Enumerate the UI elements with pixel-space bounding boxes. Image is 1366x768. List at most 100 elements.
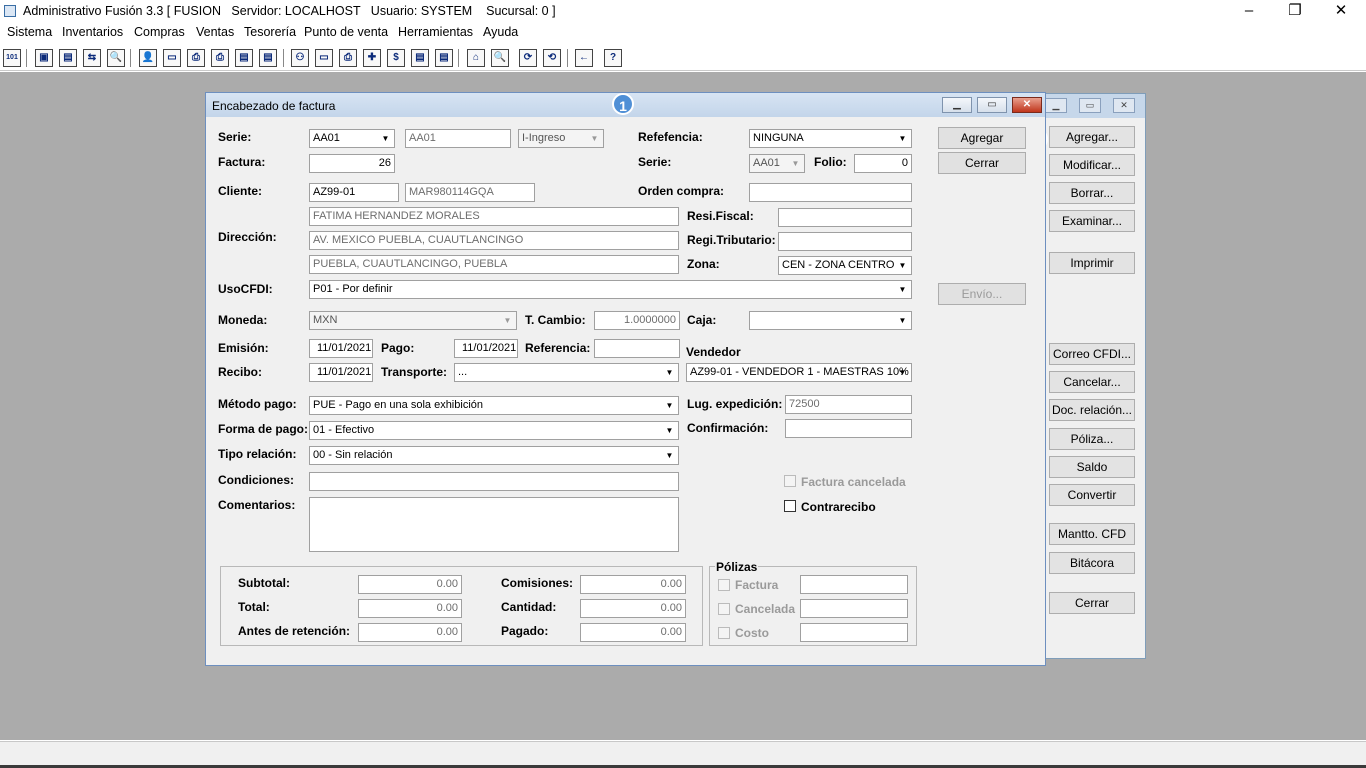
folder-icon[interactable]: ▭ [163,49,181,67]
bitacora-button[interactable]: Bitácora [1049,552,1135,574]
window-icon[interactable]: ▭ [315,49,333,67]
referencia-input[interactable] [594,339,680,358]
examinar-button[interactable]: Examinar... [1049,210,1135,232]
subtotal-label: Subtotal: [238,576,290,590]
regi-tributario-input[interactable] [778,232,912,251]
cerrar-list-button[interactable]: Cerrar [1049,592,1135,614]
convertir-button[interactable]: Convertir [1049,484,1135,506]
back-arrow-icon[interactable]: ← [575,49,593,67]
chevron-down-icon: ▼ [898,316,907,325]
menu-punto-de-venta[interactable]: Punto de venta [304,25,388,39]
cliente-input[interactable]: AZ99-01 [309,183,399,202]
moneda-select[interactable]: MXN ▼ [309,311,517,330]
user-icon[interactable]: 👤 [139,49,157,67]
saldo-button[interactable]: Saldo [1049,456,1135,478]
serie-select[interactable]: AA01 ▼ [309,129,395,148]
orden-compra-label: Orden compra: [638,184,725,198]
report-icon[interactable]: ▤ [411,49,429,67]
cerrar-button[interactable]: Cerrar [938,152,1026,174]
search-icon[interactable]: 🔍 [107,49,125,67]
close-icon[interactable]: ✕ [1113,98,1135,113]
condiciones-input[interactable] [309,472,679,491]
agregar-list-button[interactable]: Agregar... [1049,126,1135,148]
menu-inventarios[interactable]: Inventarios [62,25,123,39]
correo-cfdi-button[interactable]: Correo CFDI... [1049,343,1135,365]
menu-ayuda[interactable]: Ayuda [483,25,518,39]
menu-tesoreria[interactable]: Tesorería [244,25,296,39]
menu-ventas[interactable]: Ventas [196,25,234,39]
undo-icon[interactable]: ⟲ [543,49,561,67]
recibo-date-input[interactable]: 11/01/2021 [309,363,373,382]
zona-select[interactable]: CEN - ZONA CENTRO ▼ [778,256,912,275]
menu-herramientas[interactable]: Herramientas [398,25,473,39]
orden-compra-input[interactable] [749,183,912,202]
chevron-down-icon: ▼ [898,368,907,377]
antes-retencion-field: 0.00 [358,623,462,642]
dialog-minimize-icon[interactable]: ▁ [942,97,972,113]
cantidad-field: 0.00 [580,599,686,618]
poliza-cancelada-field [800,599,908,618]
mantto-cfd-button[interactable]: Mantto. CFD [1049,523,1135,545]
invoice-list-window: ▁ ▭ ✕ Agregar... Modificar... Borrar... … [1040,93,1146,659]
clipboard-icon[interactable]: ▤ [59,49,77,67]
catalog-icon[interactable]: ▣ [35,49,53,67]
print-icon[interactable]: ⎙ [187,49,205,67]
zoom-icon[interactable]: 🔍 [491,49,509,67]
agregar-button[interactable]: Agregar [938,127,1026,149]
resi-fiscal-input[interactable] [778,208,912,227]
cancelar-button[interactable]: Cancelar... [1049,371,1135,393]
comentarios-label: Comentarios: [218,498,296,512]
imprimir-button[interactable]: Imprimir [1049,252,1135,274]
list-icon[interactable]: ▤ [259,49,277,67]
minimize-window-button[interactable]: – [1226,0,1272,23]
add-icon[interactable]: ✚ [363,49,381,67]
usocfdi-select[interactable]: P01 - Por definir ▼ [309,280,912,299]
poliza-costo-checkbox [718,627,730,639]
export-icon[interactable]: ⎙ [339,49,357,67]
status-bar [0,741,1366,765]
menu-sistema[interactable]: Sistema [7,25,52,39]
pago-date-input[interactable]: 11/01/2021 [454,339,518,358]
confirmacion-input[interactable] [785,419,912,438]
contrarecibo-checkbox[interactable] [784,500,796,512]
maximize-window-button[interactable]: ❐ [1272,0,1318,23]
factura-cancelada-checkbox [784,475,796,487]
doc-relacion-button[interactable]: Doc. relación... [1049,399,1135,421]
comisiones-label: Comisiones: [501,576,574,590]
close-window-button[interactable]: ✕ [1318,0,1364,23]
pagado-field: 0.00 [580,623,686,642]
tipo-relacion-label: Tipo relación: [218,447,297,461]
table-icon[interactable]: ▤ [435,49,453,67]
poliza-button[interactable]: Póliza... [1049,428,1135,450]
dialog-close-icon[interactable]: ✕ [1012,97,1042,113]
vendedor-select[interactable]: AZ99-01 - VENDEDOR 1 - MAESTRAS 10% ▼ [686,363,912,382]
home-icon[interactable]: ⌂ [467,49,485,67]
comentarios-textarea[interactable] [309,497,679,552]
invoice-list-titlebar: ▁ ▭ ✕ [1041,94,1145,118]
dialog-maximize-icon[interactable]: ▭ [977,97,1007,113]
modificar-button[interactable]: Modificar... [1049,154,1135,176]
calculator-icon[interactable]: 101 [3,49,21,67]
minimize-icon[interactable]: ▁ [1045,98,1067,113]
borrar-button[interactable]: Borrar... [1049,182,1135,204]
menu-compras[interactable]: Compras [134,25,185,39]
refefencia-select[interactable]: NINGUNA ▼ [749,129,912,148]
caja-select[interactable]: ▼ [749,311,912,330]
transporte-select[interactable]: ... ▼ [454,363,679,382]
folio-input[interactable]: 0 [854,154,912,173]
help-icon[interactable]: ? [604,49,622,67]
tipo-relacion-select[interactable]: 00 - Sin relación ▼ [309,446,679,465]
transfer-icon[interactable]: ⇆ [83,49,101,67]
users-icon[interactable]: ⚇ [291,49,309,67]
forma-pago-label: Forma de pago: [218,422,309,436]
maximize-icon[interactable]: ▭ [1079,98,1101,113]
refresh-icon[interactable]: ⟳ [519,49,537,67]
factura-input[interactable]: 26 [309,154,395,173]
toolbar-separator [458,49,459,67]
document-icon[interactable]: ▤ [235,49,253,67]
print-preview-icon[interactable]: ⎙ [211,49,229,67]
emision-date-input[interactable]: 11/01/2021 [309,339,373,358]
metodo-pago-select[interactable]: PUE - Pago en una sola exhibición ▼ [309,396,679,415]
money-icon[interactable]: $ [387,49,405,67]
forma-pago-select[interactable]: 01 - Efectivo ▼ [309,421,679,440]
